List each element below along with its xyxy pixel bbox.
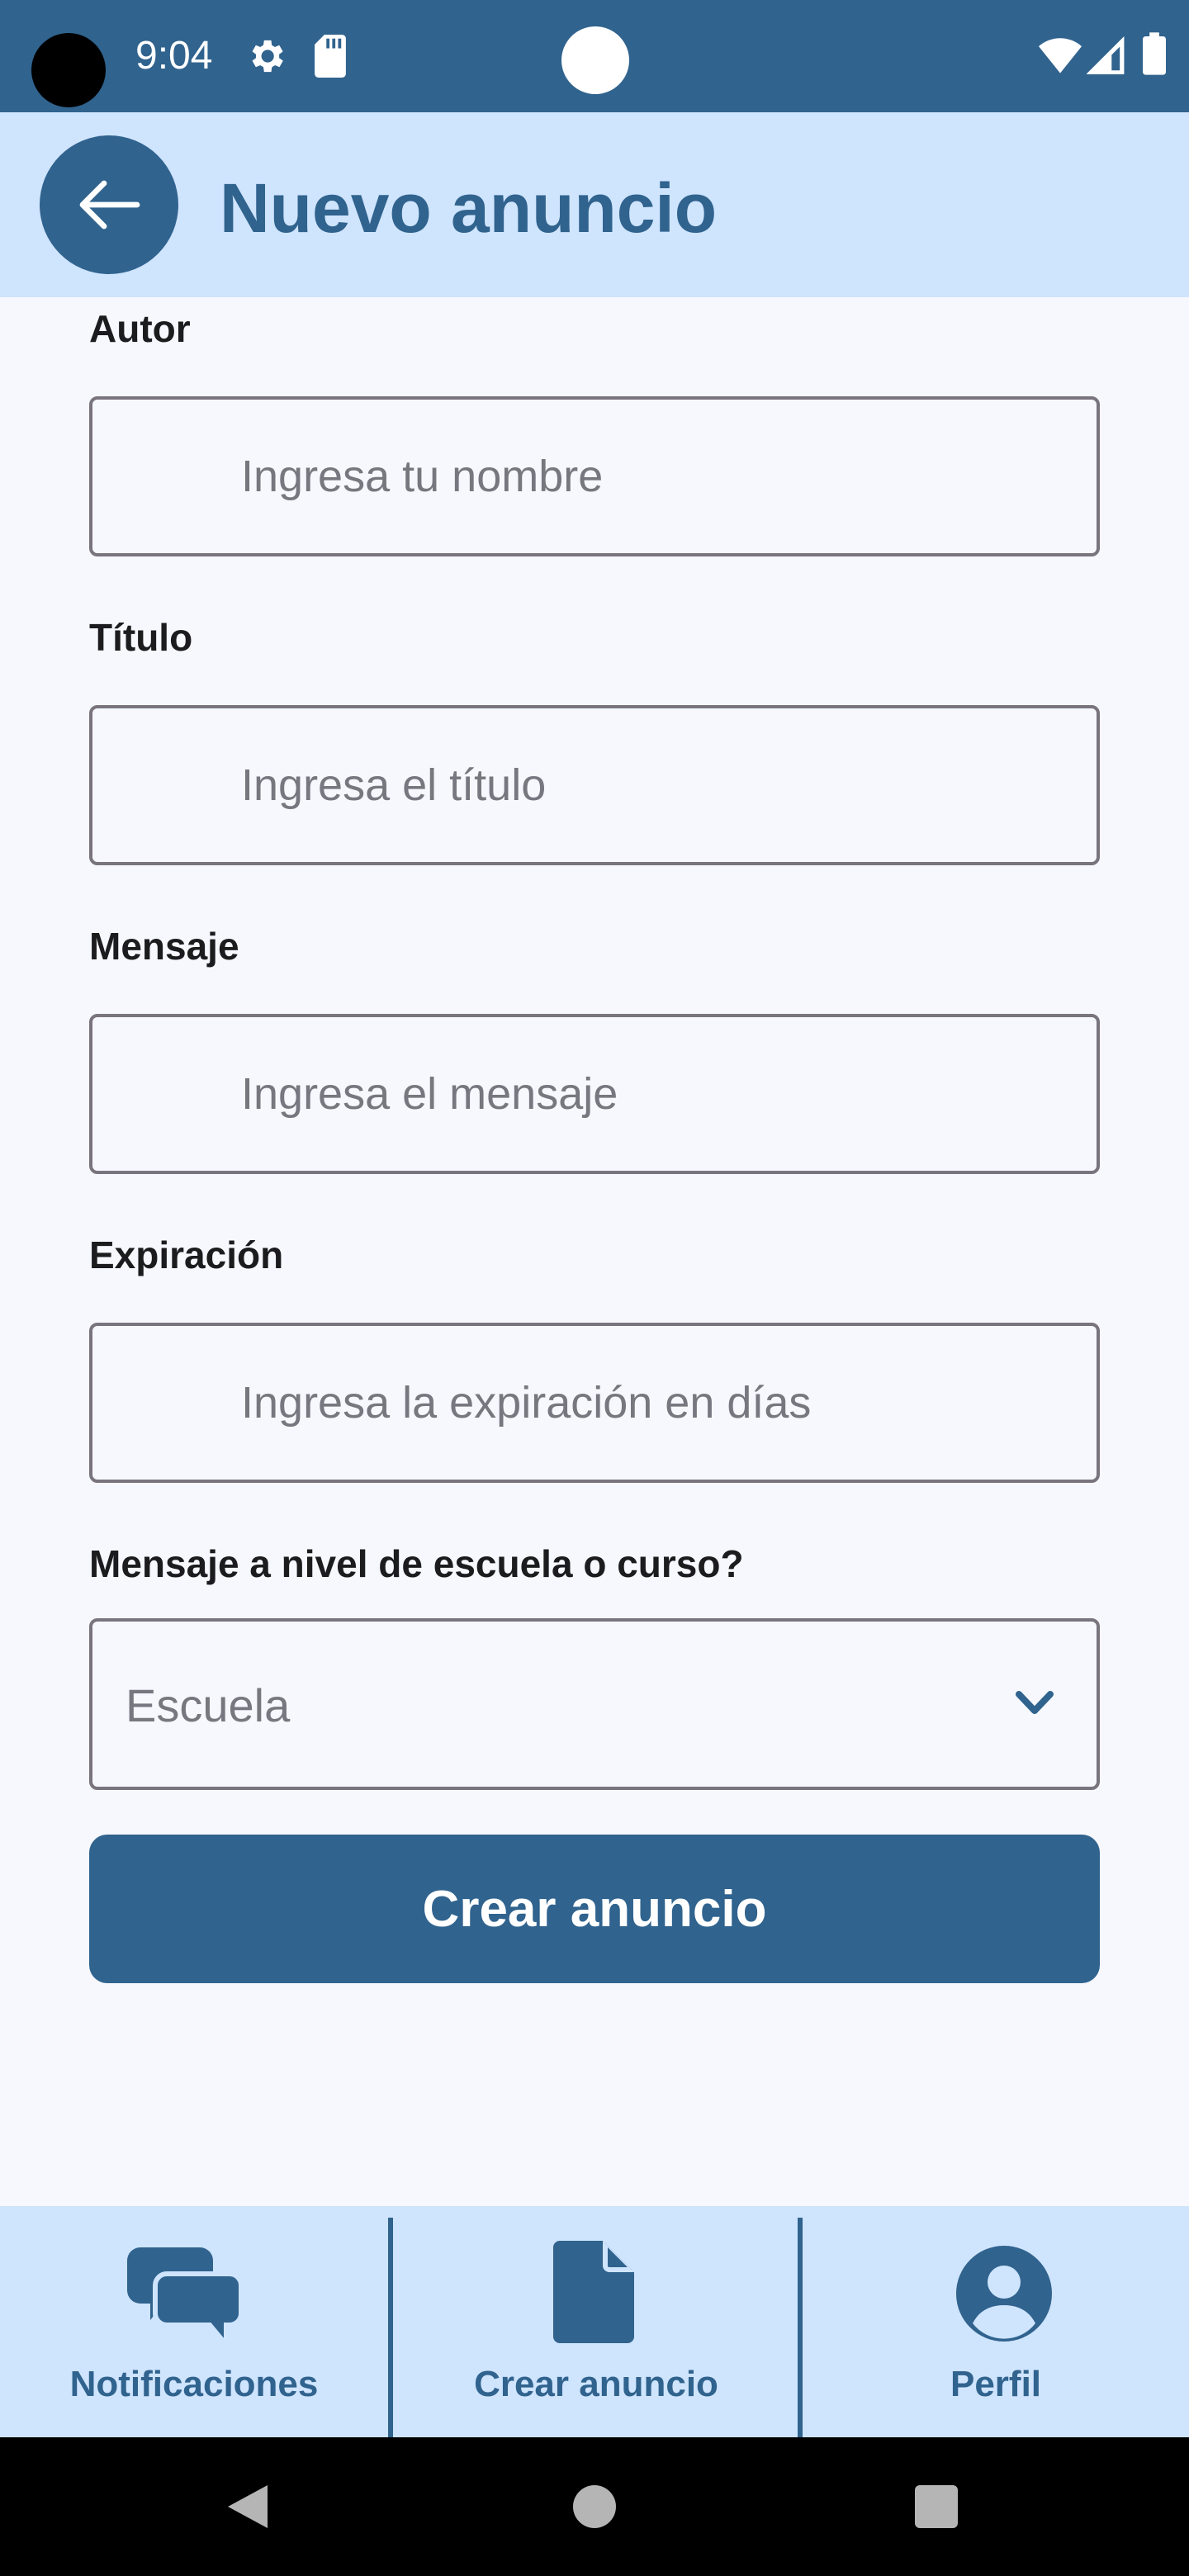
back-triangle-icon[interactable] — [225, 2482, 271, 2531]
scope-select[interactable]: Escuela — [89, 1618, 1100, 1790]
nav-item-create-announcement[interactable]: Crear anuncio — [393, 2206, 799, 2437]
camera-pill — [561, 26, 629, 94]
scope-label: Mensaje a nivel de escuela o curso? — [89, 1542, 744, 1585]
nav-item-notifications[interactable]: Notificaciones — [0, 2206, 388, 2437]
author-label: Autor — [89, 307, 191, 350]
chevron-down-icon — [1016, 1691, 1054, 1714]
signal-icon — [1087, 36, 1125, 74]
chat-bubbles-icon — [127, 2247, 243, 2348]
nav-label-create-announcement: Crear anuncio — [474, 2364, 718, 2404]
back-button[interactable] — [40, 135, 178, 274]
expiration-label: Expiración — [89, 1234, 284, 1276]
document-icon — [553, 2241, 634, 2343]
arrow-left-icon — [79, 180, 140, 230]
nav-label-profile: Perfil — [950, 2364, 1042, 2404]
app-bar: Nuevo anuncio — [0, 112, 1189, 297]
status-time: 9:04 — [135, 34, 213, 78]
status-bar: 9:04 — [0, 0, 1189, 112]
title-label: Título — [89, 616, 193, 659]
expiration-input[interactable] — [89, 1323, 1100, 1483]
bottom-navigation: Notificaciones Crear anuncio Perfil — [0, 2206, 1189, 2437]
title-input[interactable] — [89, 705, 1100, 865]
system-navigation-bar — [0, 2437, 1189, 2576]
create-announcement-button[interactable]: Crear anuncio — [89, 1835, 1100, 1983]
message-label: Mensaje — [89, 925, 239, 968]
scope-selected-value: Escuela — [126, 1679, 291, 1731]
wifi-icon — [1039, 38, 1082, 73]
page-title: Nuevo anuncio — [220, 169, 718, 247]
account-circle-icon — [956, 2246, 1052, 2342]
nav-item-profile[interactable]: Perfil — [803, 2206, 1189, 2437]
recents-square-icon[interactable] — [915, 2485, 958, 2528]
front-camera-cutout — [31, 33, 106, 107]
message-input[interactable] — [89, 1014, 1100, 1174]
sd-card-icon — [315, 35, 346, 78]
home-circle-icon[interactable] — [573, 2485, 616, 2528]
gear-icon — [252, 40, 283, 73]
author-input[interactable] — [89, 396, 1100, 556]
nav-label-notifications: Notificaciones — [69, 2364, 319, 2404]
battery-icon — [1143, 32, 1166, 75]
